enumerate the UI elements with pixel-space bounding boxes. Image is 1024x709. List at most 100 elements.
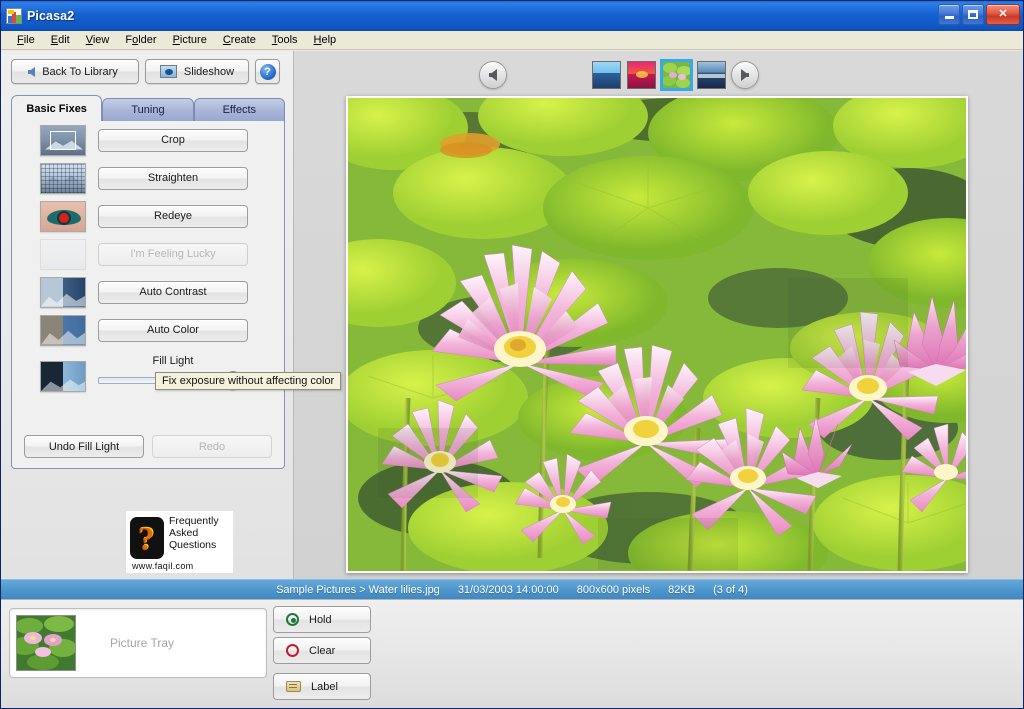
redeye-thumb-icon [40, 201, 86, 232]
straighten-thumb-icon [40, 163, 86, 194]
hold-button[interactable]: Hold [273, 606, 371, 633]
fix-row-feeling-lucky: I'm Feeling Lucky [12, 235, 284, 273]
clear-label: Clear [309, 645, 335, 657]
title-bar: Picasa2 ✕ [1, 1, 1023, 31]
filmstrip-thumb-blue-hills[interactable] [592, 61, 621, 89]
back-to-library-button[interactable]: Back To Library [11, 59, 139, 84]
undo-label: Undo Fill Light [49, 441, 119, 453]
redeye-button[interactable]: Redeye [98, 205, 248, 228]
tray-thumbnail[interactable] [16, 615, 76, 671]
autocolor-thumb-icon [40, 315, 86, 346]
sidebar-toolbar: Back To Library Slideshow ? [1, 51, 293, 90]
feeling-lucky-button[interactable]: I'm Feeling Lucky [98, 243, 248, 266]
tab-effects[interactable]: Effects [194, 98, 285, 121]
minimize-button[interactable] [938, 4, 960, 25]
tray-water-lilies-icon [17, 616, 75, 670]
faq-line2: Asked [169, 527, 219, 539]
previous-picture-button[interactable] [479, 61, 507, 89]
crop-thumb-icon [40, 125, 86, 156]
main-body: Back To Library Slideshow ? Basic Fixes … [1, 51, 1023, 579]
menu-help[interactable]: Help [306, 32, 345, 48]
clear-button[interactable]: Clear [273, 637, 371, 664]
menu-edit[interactable]: Edit [43, 32, 78, 48]
crop-button[interactable]: Crop [98, 129, 248, 152]
maximize-icon [968, 10, 978, 19]
tab-basic-fixes-label: Basic Fixes [26, 103, 87, 115]
status-filesize: 82KB [668, 584, 695, 596]
tab-tuning-label: Tuning [131, 104, 164, 116]
photo-viewer [294, 51, 1023, 579]
menu-tools[interactable]: Tools [264, 32, 306, 48]
auto-color-label: Auto Color [147, 324, 199, 336]
menu-folder[interactable]: Folder [117, 32, 164, 48]
menu-create[interactable]: Create [215, 32, 264, 48]
hold-label: Hold [309, 614, 332, 626]
help-button[interactable]: ? [255, 59, 280, 84]
straighten-label: Straighten [148, 172, 198, 184]
fix-row-auto-contrast: Auto Contrast [12, 273, 284, 311]
label-button-label: Label [311, 681, 338, 693]
minimize-icon [945, 16, 954, 19]
fill-light-label: Fill Light [98, 355, 248, 367]
auto-color-button[interactable]: Auto Color [98, 319, 248, 342]
auto-contrast-label: Auto Contrast [139, 286, 206, 298]
edit-tabs: Basic Fixes Tuning Effects [11, 93, 285, 121]
window-title: Picasa2 [27, 9, 74, 23]
close-button[interactable]: ✕ [986, 4, 1020, 25]
bottom-bar: Picture Tray Hold Clear Label ☆ ↺ ↻ [1, 599, 1023, 708]
faq-banner[interactable]: Frequently Asked Questions www.faqil.com [126, 511, 233, 573]
status-position: (3 of 4) [713, 584, 748, 596]
filmstrip-thumb-sunset[interactable] [627, 61, 656, 89]
water-lilies-mini-icon [663, 62, 690, 88]
arrow-left-icon [28, 67, 35, 77]
auto-contrast-button[interactable]: Auto Contrast [98, 281, 248, 304]
redo-button[interactable]: Redo [152, 435, 272, 458]
status-bar: Sample Pictures > Water lilies.jpg 31/03… [1, 579, 1023, 599]
photo-frame[interactable] [346, 96, 968, 573]
filllight-thumb-icon [40, 361, 86, 392]
menu-picture[interactable]: Picture [165, 32, 215, 48]
arrow-left-icon [489, 69, 497, 81]
menu-view[interactable]: View [78, 32, 118, 48]
slideshow-label: Slideshow [184, 66, 234, 78]
tooltip: Fix exposure without affecting color [155, 372, 341, 390]
arrow-right-icon [741, 69, 749, 81]
fix-row-straighten: Straighten [12, 159, 284, 197]
filmstrip-thumb-water-lilies[interactable] [662, 61, 691, 89]
question-mark-logo-icon [130, 517, 164, 559]
label-button[interactable]: Label [273, 673, 371, 700]
crop-label: Crop [161, 134, 185, 146]
filmstrip-thumb-winter[interactable] [697, 61, 726, 89]
undo-redo-row: Undo Fill Light Redo [24, 435, 272, 458]
faq-text: Frequently Asked Questions [169, 515, 219, 551]
menu-file[interactable]: FFileile [9, 32, 43, 48]
label-icon [286, 681, 301, 692]
autocontrast-thumb-icon [40, 277, 86, 308]
tab-effects-label: Effects [223, 104, 256, 116]
tab-basic-fixes[interactable]: Basic Fixes [11, 95, 102, 121]
hold-icon [286, 613, 299, 626]
status-path: Sample Pictures > Water lilies.jpg [276, 584, 440, 596]
fix-row-crop: Crop [12, 121, 284, 159]
faq-line3: Questions [169, 539, 219, 551]
redeye-label: Redeye [154, 210, 192, 222]
picture-tray[interactable]: Picture Tray [9, 608, 267, 678]
picture-tray-label: Picture Tray [110, 636, 174, 650]
edit-sidebar: Back To Library Slideshow ? Basic Fixes … [1, 51, 294, 579]
straighten-button[interactable]: Straighten [98, 167, 248, 190]
tooltip-text: Fix exposure without affecting color [162, 375, 334, 387]
picasa-window: Picasa2 ✕ FFileile Edit View Folder Pict… [0, 0, 1024, 709]
slideshow-button[interactable]: Slideshow [145, 59, 249, 84]
undo-fill-light-button[interactable]: Undo Fill Light [24, 435, 144, 458]
picasa-logo-icon [6, 8, 22, 24]
water-lilies-photo[interactable] [348, 98, 966, 571]
filmstrip-thumbnails [592, 61, 726, 89]
next-picture-button[interactable] [731, 61, 759, 89]
filmstrip [294, 51, 1023, 98]
fix-row-auto-color: Auto Color [12, 311, 284, 349]
tab-tuning[interactable]: Tuning [102, 98, 193, 121]
maximize-button[interactable] [962, 4, 984, 25]
window-controls: ✕ [938, 4, 1020, 25]
menu-bar: FFileile Edit View Folder Picture Create… [1, 31, 1023, 50]
faq-line1: Frequently [169, 515, 219, 527]
